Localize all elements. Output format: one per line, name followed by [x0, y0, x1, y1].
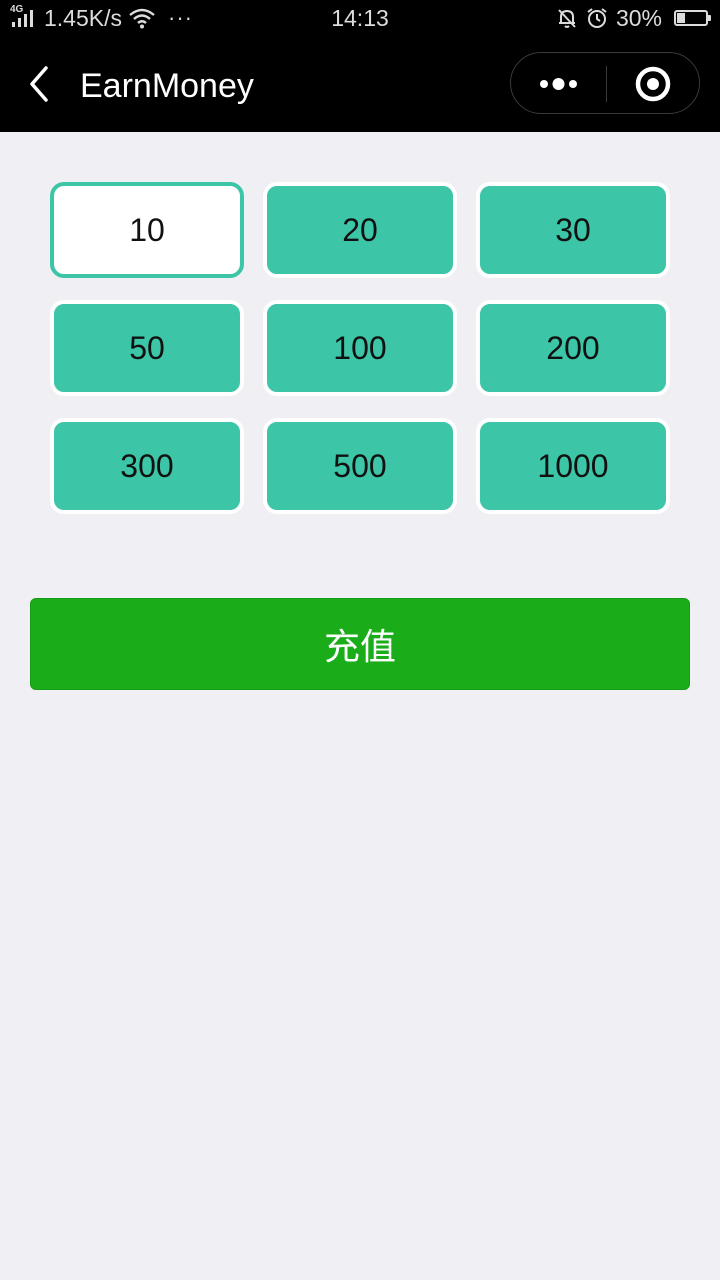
- nav-bar: EarnMoney: [0, 36, 720, 132]
- amount-grid: 10 20 30 50 100 200 300 500 1000: [50, 182, 670, 514]
- bell-off-icon: [558, 9, 576, 28]
- amount-option[interactable]: 50: [50, 300, 244, 396]
- status-bar: 4G 1.45K/s ··· 14:13 30%: [0, 0, 720, 36]
- battery-percent: 30%: [615, 4, 662, 31]
- back-button[interactable]: [18, 62, 62, 106]
- battery-level-fill: [677, 13, 685, 23]
- amount-option[interactable]: 300: [50, 418, 244, 514]
- more-dots-icon: [540, 78, 577, 90]
- more-button[interactable]: [511, 53, 606, 113]
- chevron-left-icon: [30, 66, 48, 102]
- amount-option[interactable]: 20: [263, 182, 457, 278]
- close-button[interactable]: [607, 53, 701, 113]
- target-close-icon: [635, 66, 671, 102]
- amount-option[interactable]: 30: [476, 182, 670, 278]
- amount-option[interactable]: 1000: [476, 418, 670, 514]
- amount-option[interactable]: 10: [50, 182, 244, 278]
- mini-program-capsule: [510, 52, 700, 114]
- alarm-clock-icon: [587, 8, 607, 28]
- recharge-button[interactable]: 充值: [30, 598, 690, 690]
- page-title: EarnMoney: [80, 67, 254, 105]
- status-right: 30%: [556, 4, 711, 32]
- amount-option[interactable]: 200: [476, 300, 670, 396]
- amount-option[interactable]: 500: [263, 418, 457, 514]
- battery-icon: [674, 10, 711, 26]
- amount-option[interactable]: 100: [263, 300, 457, 396]
